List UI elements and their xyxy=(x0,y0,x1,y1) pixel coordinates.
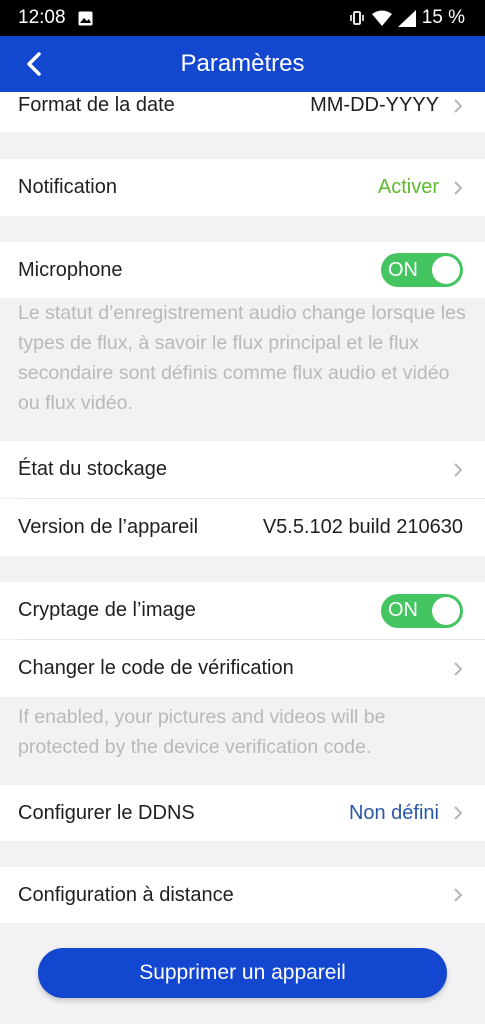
chevron-right-icon xyxy=(454,806,463,820)
notification-row[interactable]: Notification Activer xyxy=(0,159,485,216)
microphone-note-text: Le statut d’enregistrement audio change … xyxy=(18,302,466,414)
signal-icon xyxy=(397,9,416,27)
chevron-right-icon xyxy=(454,98,463,113)
date-format-label: Format de la date xyxy=(18,94,175,116)
image-encryption-row: Cryptage de l’image ON xyxy=(0,582,485,639)
verification-code-label: Changer le code de vérification xyxy=(18,657,294,679)
date-format-row[interactable]: Format de la date MM-DD-YYYY xyxy=(0,92,485,132)
microphone-row: Microphone ON xyxy=(0,242,485,298)
vibrate-icon xyxy=(349,11,364,25)
image-encryption-label: Cryptage de l’image xyxy=(18,599,196,621)
delete-device-button[interactable]: Supprimer un appareil xyxy=(38,948,447,998)
remote-config-label: Configuration à distance xyxy=(18,883,234,906)
microphone-toggle[interactable]: ON xyxy=(381,253,463,287)
toggle-knob xyxy=(432,596,460,625)
storage-row[interactable]: État du stockage xyxy=(0,441,485,498)
toggle-knob xyxy=(432,256,460,284)
encryption-note: If enabled, your pictures and videos wil… xyxy=(0,702,485,782)
page-title: Paramètres xyxy=(180,50,305,77)
wifi-icon xyxy=(371,10,392,26)
device-version-row: Version de l’appareil V5.5.102 build 210… xyxy=(0,499,485,556)
microphone-label: Microphone xyxy=(18,258,123,281)
verification-code-row[interactable]: Changer le code de vérification xyxy=(0,640,485,697)
encryption-note-text: If enabled, your pictures and videos wil… xyxy=(18,706,386,758)
status-bar: 12:08 15 % xyxy=(0,0,485,36)
remote-config-row[interactable]: Configuration à distance xyxy=(0,867,485,923)
status-time: 12:08 xyxy=(18,7,66,28)
chevron-right-icon xyxy=(454,661,463,676)
chevron-right-icon xyxy=(454,180,463,195)
storage-label: État du stockage xyxy=(18,458,167,480)
image-notification-icon xyxy=(78,11,93,25)
microphone-note: Le statut d’enregistrement audio change … xyxy=(0,298,485,440)
microphone-toggle-text: ON xyxy=(388,258,418,281)
date-format-value: MM-DD-YYYY xyxy=(310,94,439,116)
device-version-label: Version de l’appareil xyxy=(18,516,199,538)
notification-value: Activer xyxy=(377,176,439,198)
image-encryption-toggle[interactable]: ON xyxy=(381,593,463,628)
device-version-value: V5.5.102 build 210630 xyxy=(262,516,463,538)
ddns-value: Non défini xyxy=(348,801,439,824)
chevron-left-icon xyxy=(27,52,41,76)
notification-label: Notification xyxy=(18,176,117,198)
battery-level: 15 % xyxy=(421,7,465,28)
chevron-right-icon xyxy=(454,462,463,477)
image-encryption-toggle-text: ON xyxy=(388,599,418,621)
ddns-row[interactable]: Configurer le DDNS Non défini xyxy=(0,785,485,841)
navigation-bar: Paramètres xyxy=(0,36,485,92)
back-button[interactable] xyxy=(14,44,54,84)
chevron-right-icon xyxy=(454,888,463,902)
ddns-label: Configurer le DDNS xyxy=(18,801,195,824)
